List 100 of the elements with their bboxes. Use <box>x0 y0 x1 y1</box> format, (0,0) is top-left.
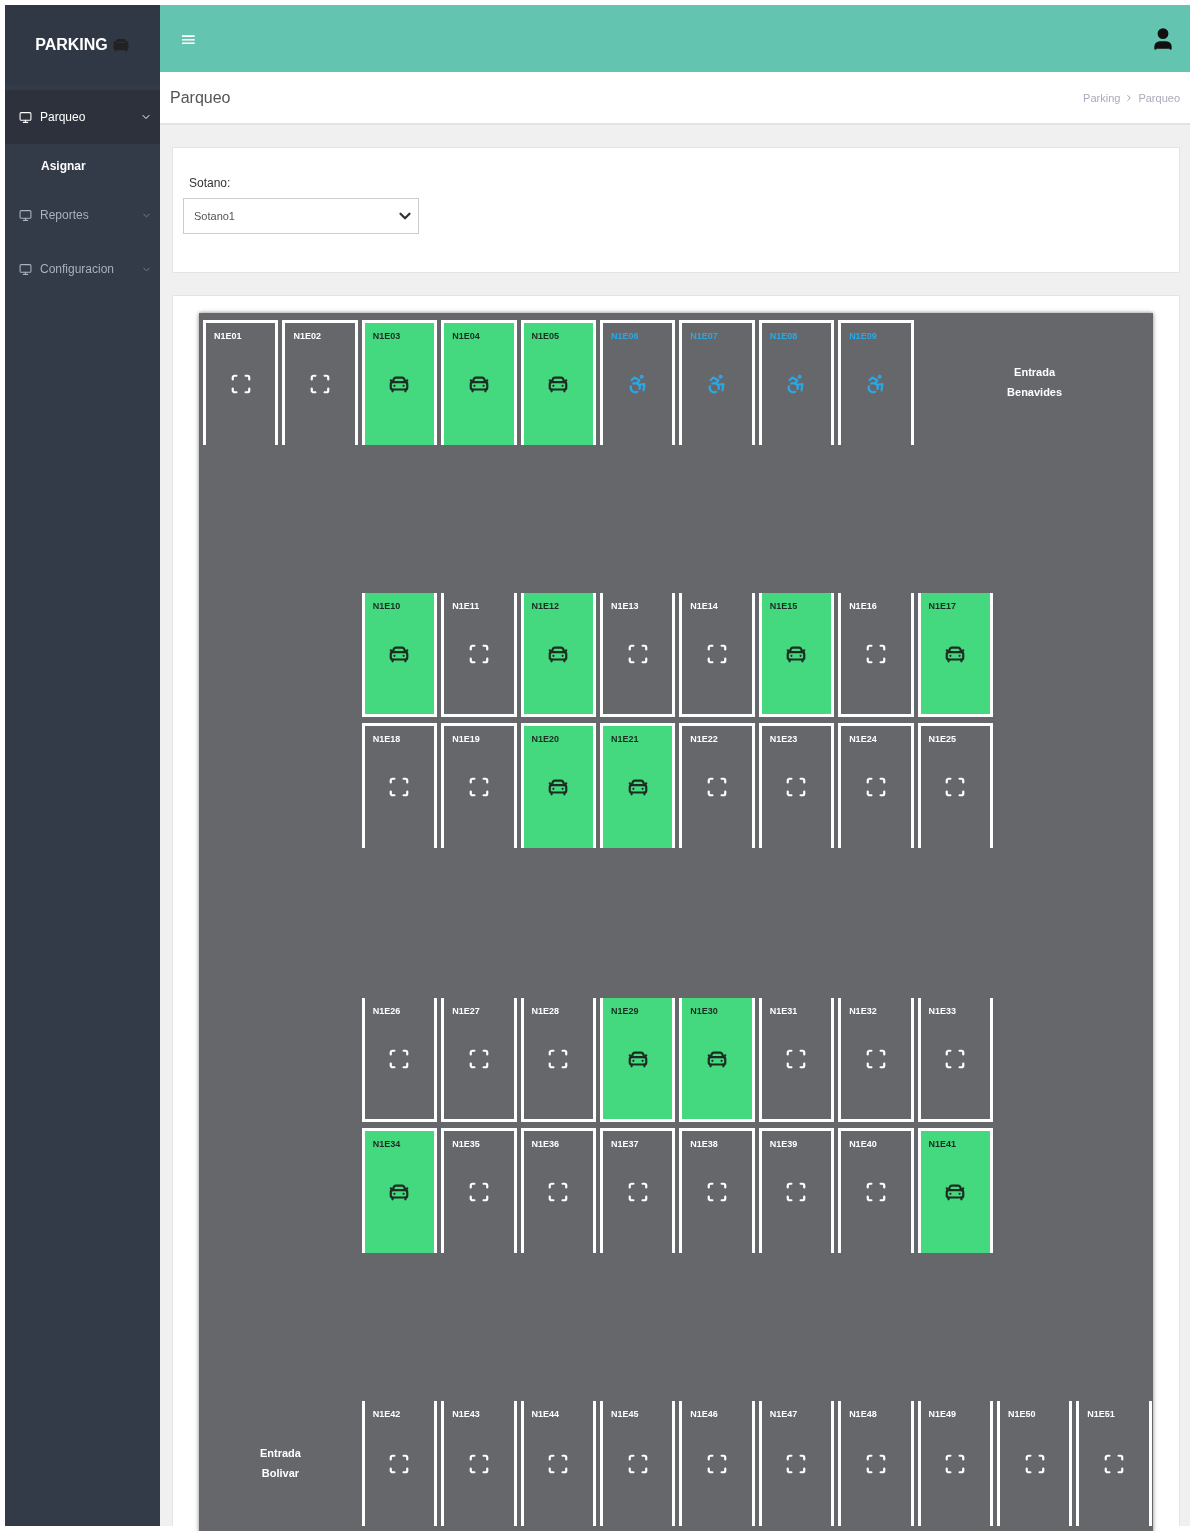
parking-space[interactable]: N1E47 <box>758 1401 835 1526</box>
parking-space[interactable]: N1E36 <box>520 1128 596 1253</box>
parking-space[interactable]: N1E27 <box>441 998 517 1122</box>
scan-frame-icon <box>706 1181 729 1203</box>
parking-space[interactable]: N1E48 <box>838 1401 914 1526</box>
parking-space[interactable]: N1E12 <box>520 593 596 717</box>
scan-frame-icon <box>547 1047 570 1070</box>
scan-frame-icon <box>547 1452 570 1475</box>
entrance-label: Entrada Bolivar <box>258 1445 302 1481</box>
nav-subitem[interactable]: Asignar <box>5 144 160 188</box>
scan-frame-icon <box>1103 1452 1125 1475</box>
parking-space[interactable]: N1E01 <box>203 320 279 445</box>
space-code: N1E50 <box>1007 1409 1036 1419</box>
space-code: N1E02 <box>293 331 321 341</box>
scan-frame-icon <box>785 1452 808 1475</box>
nav-item[interactable]: Configuracion <box>5 242 160 296</box>
parking-space[interactable]: N1E38 <box>679 1128 755 1253</box>
space-code: N1E33 <box>928 1006 957 1016</box>
parking-space[interactable]: N1E14 <box>679 593 755 717</box>
parking-space[interactable]: N1E40 <box>838 1128 914 1253</box>
parking-space[interactable]: N1E37 <box>599 1128 676 1253</box>
parking-space[interactable]: N1E45 <box>599 1401 676 1526</box>
parking-space[interactable]: N1E33 <box>917 998 993 1122</box>
parking-space[interactable]: N1E13 <box>599 593 676 717</box>
parking-space[interactable]: N1E42 <box>361 1401 438 1526</box>
space-code: N1E45 <box>610 1409 639 1419</box>
parking-space[interactable]: N1E51 <box>1076 1401 1152 1526</box>
space-code: N1E42 <box>372 1409 401 1419</box>
space-code: N1E43 <box>452 1409 480 1419</box>
parking-space[interactable]: N1E05 <box>520 320 596 445</box>
scan-frame-icon <box>864 642 887 665</box>
parking-space[interactable]: N1E22 <box>679 723 755 848</box>
car-icon <box>467 373 490 395</box>
space-code: N1E36 <box>531 1139 560 1149</box>
parking-space[interactable]: N1E49 <box>917 1401 993 1526</box>
parking-space[interactable]: N1E03 <box>361 320 438 445</box>
nav-item[interactable]: Reportes <box>5 188 160 242</box>
parking-space[interactable]: N1E28 <box>520 998 596 1122</box>
parking-space[interactable]: N1E32 <box>838 998 914 1122</box>
monitor-icon <box>19 208 32 222</box>
parking-space[interactable]: N1E34 <box>361 1128 438 1253</box>
space-code: N1E38 <box>690 1139 718 1149</box>
scan-frame-icon <box>785 1181 808 1203</box>
space-code: N1E04 <box>452 331 480 341</box>
parking-space[interactable]: N1E20 <box>520 723 596 848</box>
space-code: N1E13 <box>610 601 639 611</box>
scan-frame-icon <box>785 776 808 798</box>
parking-space[interactable]: N1E11 <box>441 593 517 717</box>
parking-space[interactable]: N1E30 <box>679 998 755 1122</box>
scan-frame-icon <box>944 1047 967 1070</box>
parking-space[interactable]: N1E50 <box>996 1401 1073 1526</box>
parking-space[interactable]: N1E02 <box>282 320 358 445</box>
parking-space[interactable]: N1E25 <box>917 723 993 848</box>
parking-space[interactable]: N1E18 <box>361 723 438 848</box>
space-code: N1E49 <box>928 1409 957 1419</box>
parking-space[interactable]: N1E41 <box>917 1128 993 1253</box>
space-code: N1E35 <box>452 1139 480 1149</box>
car-icon <box>944 1181 967 1203</box>
scan-frame-icon <box>467 776 490 798</box>
space-code: N1E06 <box>610 331 639 341</box>
parking-space[interactable]: N1E31 <box>758 998 835 1122</box>
basement-select[interactable]: Sotano1 <box>183 197 419 234</box>
parking-space[interactable]: N1E04 <box>441 320 517 445</box>
parking-space[interactable]: N1E23 <box>758 723 835 848</box>
space-code: N1E14 <box>690 601 718 611</box>
parking-space[interactable]: N1E21 <box>599 723 676 848</box>
space-code: N1E31 <box>769 1006 798 1016</box>
space-code: N1E07 <box>690 331 718 341</box>
space-code: N1E51 <box>1087 1409 1115 1419</box>
scan-frame-icon <box>388 1047 411 1070</box>
scan-frame-icon <box>864 1047 887 1070</box>
parking-space[interactable]: N1E39 <box>758 1128 835 1253</box>
space-code: N1E28 <box>531 1006 560 1016</box>
space-code: N1E01 <box>214 331 242 341</box>
parking-space[interactable]: N1E16 <box>838 593 914 717</box>
space-code: N1E44 <box>531 1409 560 1419</box>
car-icon <box>388 373 411 395</box>
nav-item[interactable]: Parqueo <box>5 90 160 144</box>
parking-space[interactable]: N1E43 <box>441 1401 517 1526</box>
parking-space[interactable]: N1E17 <box>917 593 993 717</box>
parking-space[interactable]: N1E46 <box>679 1401 755 1526</box>
space-code: N1E12 <box>531 601 560 611</box>
parking-space[interactable]: N1E26 <box>361 998 438 1122</box>
parking-space[interactable]: N1E35 <box>441 1128 517 1253</box>
parking-space[interactable]: N1E24 <box>838 723 914 848</box>
space-code: N1E25 <box>928 734 957 744</box>
scan-frame-icon <box>706 776 729 798</box>
parking-space[interactable]: N1E10 <box>361 593 438 717</box>
parking-space[interactable]: N1E19 <box>441 723 517 848</box>
monitor-icon <box>19 110 32 124</box>
car-icon <box>547 373 570 395</box>
scan-frame-icon <box>864 776 887 798</box>
space-code: N1E17 <box>928 601 957 611</box>
space-code: N1E26 <box>372 1006 401 1016</box>
space-code: N1E16 <box>849 601 877 611</box>
scan-frame-icon <box>467 1047 490 1070</box>
parking-space[interactable]: N1E15 <box>758 593 835 717</box>
parking-space[interactable]: N1E44 <box>520 1401 596 1526</box>
scan-frame-icon <box>626 1452 649 1475</box>
parking-space[interactable]: N1E29 <box>599 998 676 1122</box>
